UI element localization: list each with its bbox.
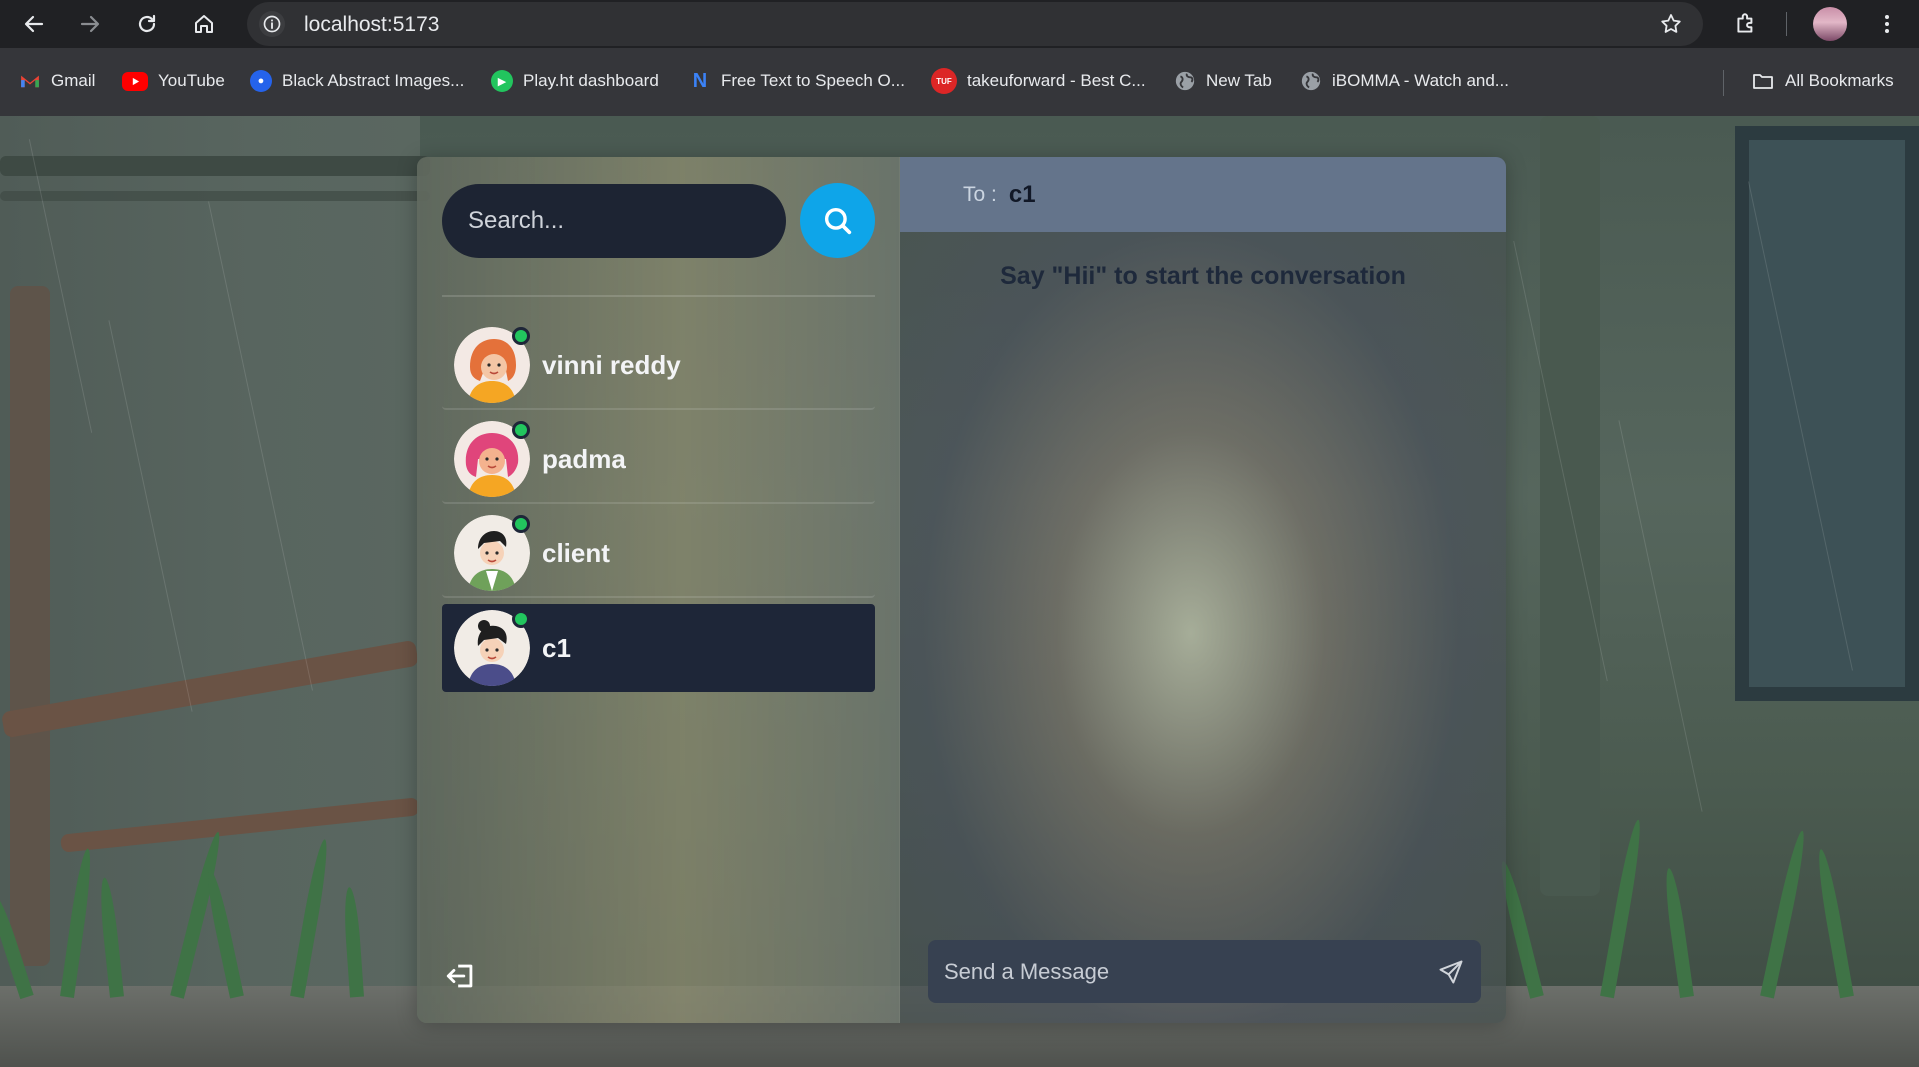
conversation-item[interactable]: client [442, 510, 875, 598]
info-icon[interactable] [259, 11, 285, 37]
bookmark-playht[interactable]: ▶ Play.ht dashboard [491, 68, 659, 94]
logout-button[interactable] [442, 957, 480, 995]
gmail-icon [19, 70, 41, 92]
play-icon: ▶ [491, 70, 513, 92]
sidebar-divider [442, 295, 875, 297]
puzzle-icon [1737, 13, 1753, 33]
message-container: To : c1 Say "Hii" to start the conversat… [900, 157, 1506, 1023]
avatar [454, 515, 530, 591]
chat-header: To : c1 [900, 157, 1506, 232]
conversation-list: vinni reddy padma client c1 [442, 322, 875, 698]
profile-avatar[interactable] [1813, 7, 1847, 41]
youtube-icon [122, 71, 148, 91]
freepik-icon: ● [250, 70, 272, 92]
conversation-name: c1 [542, 632, 571, 663]
reload-icon [138, 14, 156, 33]
sidebar: vinni reddy padma [417, 157, 900, 1023]
conversation-name: client [542, 537, 610, 568]
bookmark-black-abstract[interactable]: ● Black Abstract Images... [250, 68, 464, 94]
message-input[interactable] [928, 940, 1418, 1003]
message-input-bar [928, 940, 1481, 1003]
online-status-dot [512, 327, 530, 345]
empty-conversation-message: Say "Hii" to start the conversation [1000, 262, 1406, 290]
kebab-menu-icon [1885, 15, 1889, 33]
background-grass [1760, 829, 1810, 999]
menu-button[interactable] [1869, 6, 1905, 42]
n-logo-icon: N [692, 69, 708, 92]
back-button[interactable] [16, 6, 52, 42]
avatar [454, 421, 530, 497]
forward-button[interactable] [72, 6, 108, 42]
all-bookmarks-button[interactable]: All Bookmarks [1751, 68, 1894, 94]
online-status-dot [512, 515, 530, 533]
bookmark-youtube[interactable]: YouTube [122, 68, 225, 94]
background-grass [1661, 867, 1694, 998]
bookmark-free-tts[interactable]: N Free Text to Speech O... [689, 68, 905, 94]
background-rain [1618, 420, 1703, 812]
home-icon [195, 15, 213, 33]
avatar [454, 327, 530, 403]
reload-button[interactable] [129, 6, 165, 42]
background-grass [1814, 848, 1854, 999]
bookmark-ibomma[interactable]: iBOMMA - Watch and... [1300, 68, 1509, 94]
tuf-icon: TUF [931, 68, 957, 94]
conversation-name: padma [542, 443, 626, 474]
bookmark-gmail[interactable]: Gmail [19, 68, 95, 94]
search-button[interactable] [800, 183, 875, 258]
logout-icon [446, 964, 473, 988]
home-button[interactable] [186, 6, 222, 42]
bookmarks-divider [1723, 70, 1724, 96]
search-input[interactable] [442, 184, 786, 258]
send-button[interactable] [1435, 956, 1467, 988]
conversation-item[interactable]: vinni reddy [442, 322, 875, 410]
chat-app: vinni reddy padma [417, 157, 1506, 1023]
bookmark-takeuforward[interactable]: TUF takeuforward - Best C... [931, 68, 1146, 94]
arrow-left-icon [24, 15, 44, 33]
browser-toolbar: localhost:5173 [0, 0, 1919, 48]
recipient-name: c1 [1008, 180, 1036, 208]
extensions-button[interactable] [1728, 6, 1764, 42]
to-label: To : [963, 182, 997, 206]
bookmarks-bar: Gmail YouTube ● Black Abstract Images...… [0, 48, 1919, 116]
folder-icon [1753, 74, 1773, 89]
star-icon[interactable] [1659, 12, 1683, 36]
address-bar[interactable]: localhost:5173 [247, 2, 1703, 46]
background-window [1735, 126, 1919, 701]
arrow-right-icon [80, 15, 100, 33]
background-beam [0, 156, 430, 176]
conversation-item-selected[interactable]: c1 [442, 604, 875, 692]
background-tree-trunk [10, 286, 50, 966]
globe-icon [1174, 70, 1196, 92]
url-text[interactable]: localhost:5173 [304, 13, 439, 37]
online-status-dot [512, 610, 530, 628]
toolbar-divider [1786, 12, 1787, 36]
globe-icon [1300, 70, 1322, 92]
online-status-dot [512, 421, 530, 439]
search-icon [824, 207, 851, 234]
background-grass [1600, 818, 1646, 999]
bookmark-new-tab[interactable]: New Tab [1174, 68, 1272, 94]
conversation-name: vinni reddy [542, 349, 681, 380]
background-beam [0, 191, 430, 201]
send-icon [1439, 960, 1463, 984]
conversation-item[interactable]: padma [442, 416, 875, 504]
avatar [454, 610, 530, 686]
